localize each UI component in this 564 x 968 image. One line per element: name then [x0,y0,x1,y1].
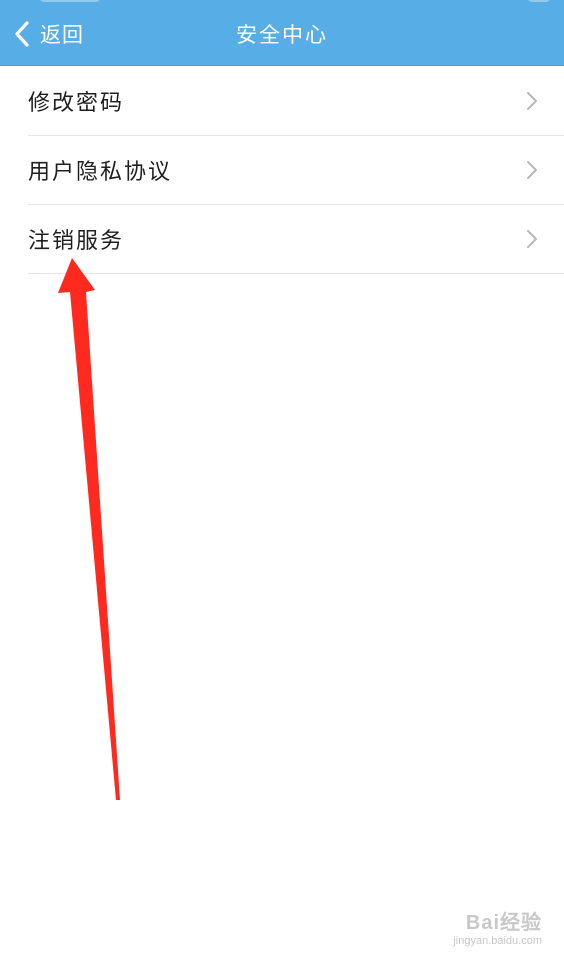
menu-item-label: 修改密码 [28,91,125,116]
chevron-right-icon [526,160,538,180]
security-menu-list: 修改密码 用户隐私协议 注销服务 [0,67,564,274]
menu-item-label: 用户隐私协议 [28,160,173,185]
menu-item-change-password[interactable]: 修改密码 [28,67,564,136]
chevron-right-icon [526,229,538,249]
watermark-subtext: jingyan.baidu.com [453,935,542,947]
page-title: 安全中心 [236,23,328,47]
status-bar-fragment-right [528,0,550,2]
baidu-watermark: Bai经验 jingyan.baidu.com [432,912,542,954]
watermark-text: Bai经验 [465,912,542,934]
chevron-right-icon [526,91,538,111]
back-button[interactable]: 返回 [14,14,84,54]
menu-item-cancel-service[interactable]: 注销服务 [28,205,564,274]
navigation-bar: 返回 安全中心 [0,0,564,66]
back-label: 返回 [40,23,84,47]
menu-item-privacy-agreement[interactable]: 用户隐私协议 [28,136,564,205]
chevron-left-icon [14,21,30,47]
red-arrow-icon [58,258,120,800]
menu-item-label: 注销服务 [28,229,125,254]
status-bar-fragment [40,0,100,2]
